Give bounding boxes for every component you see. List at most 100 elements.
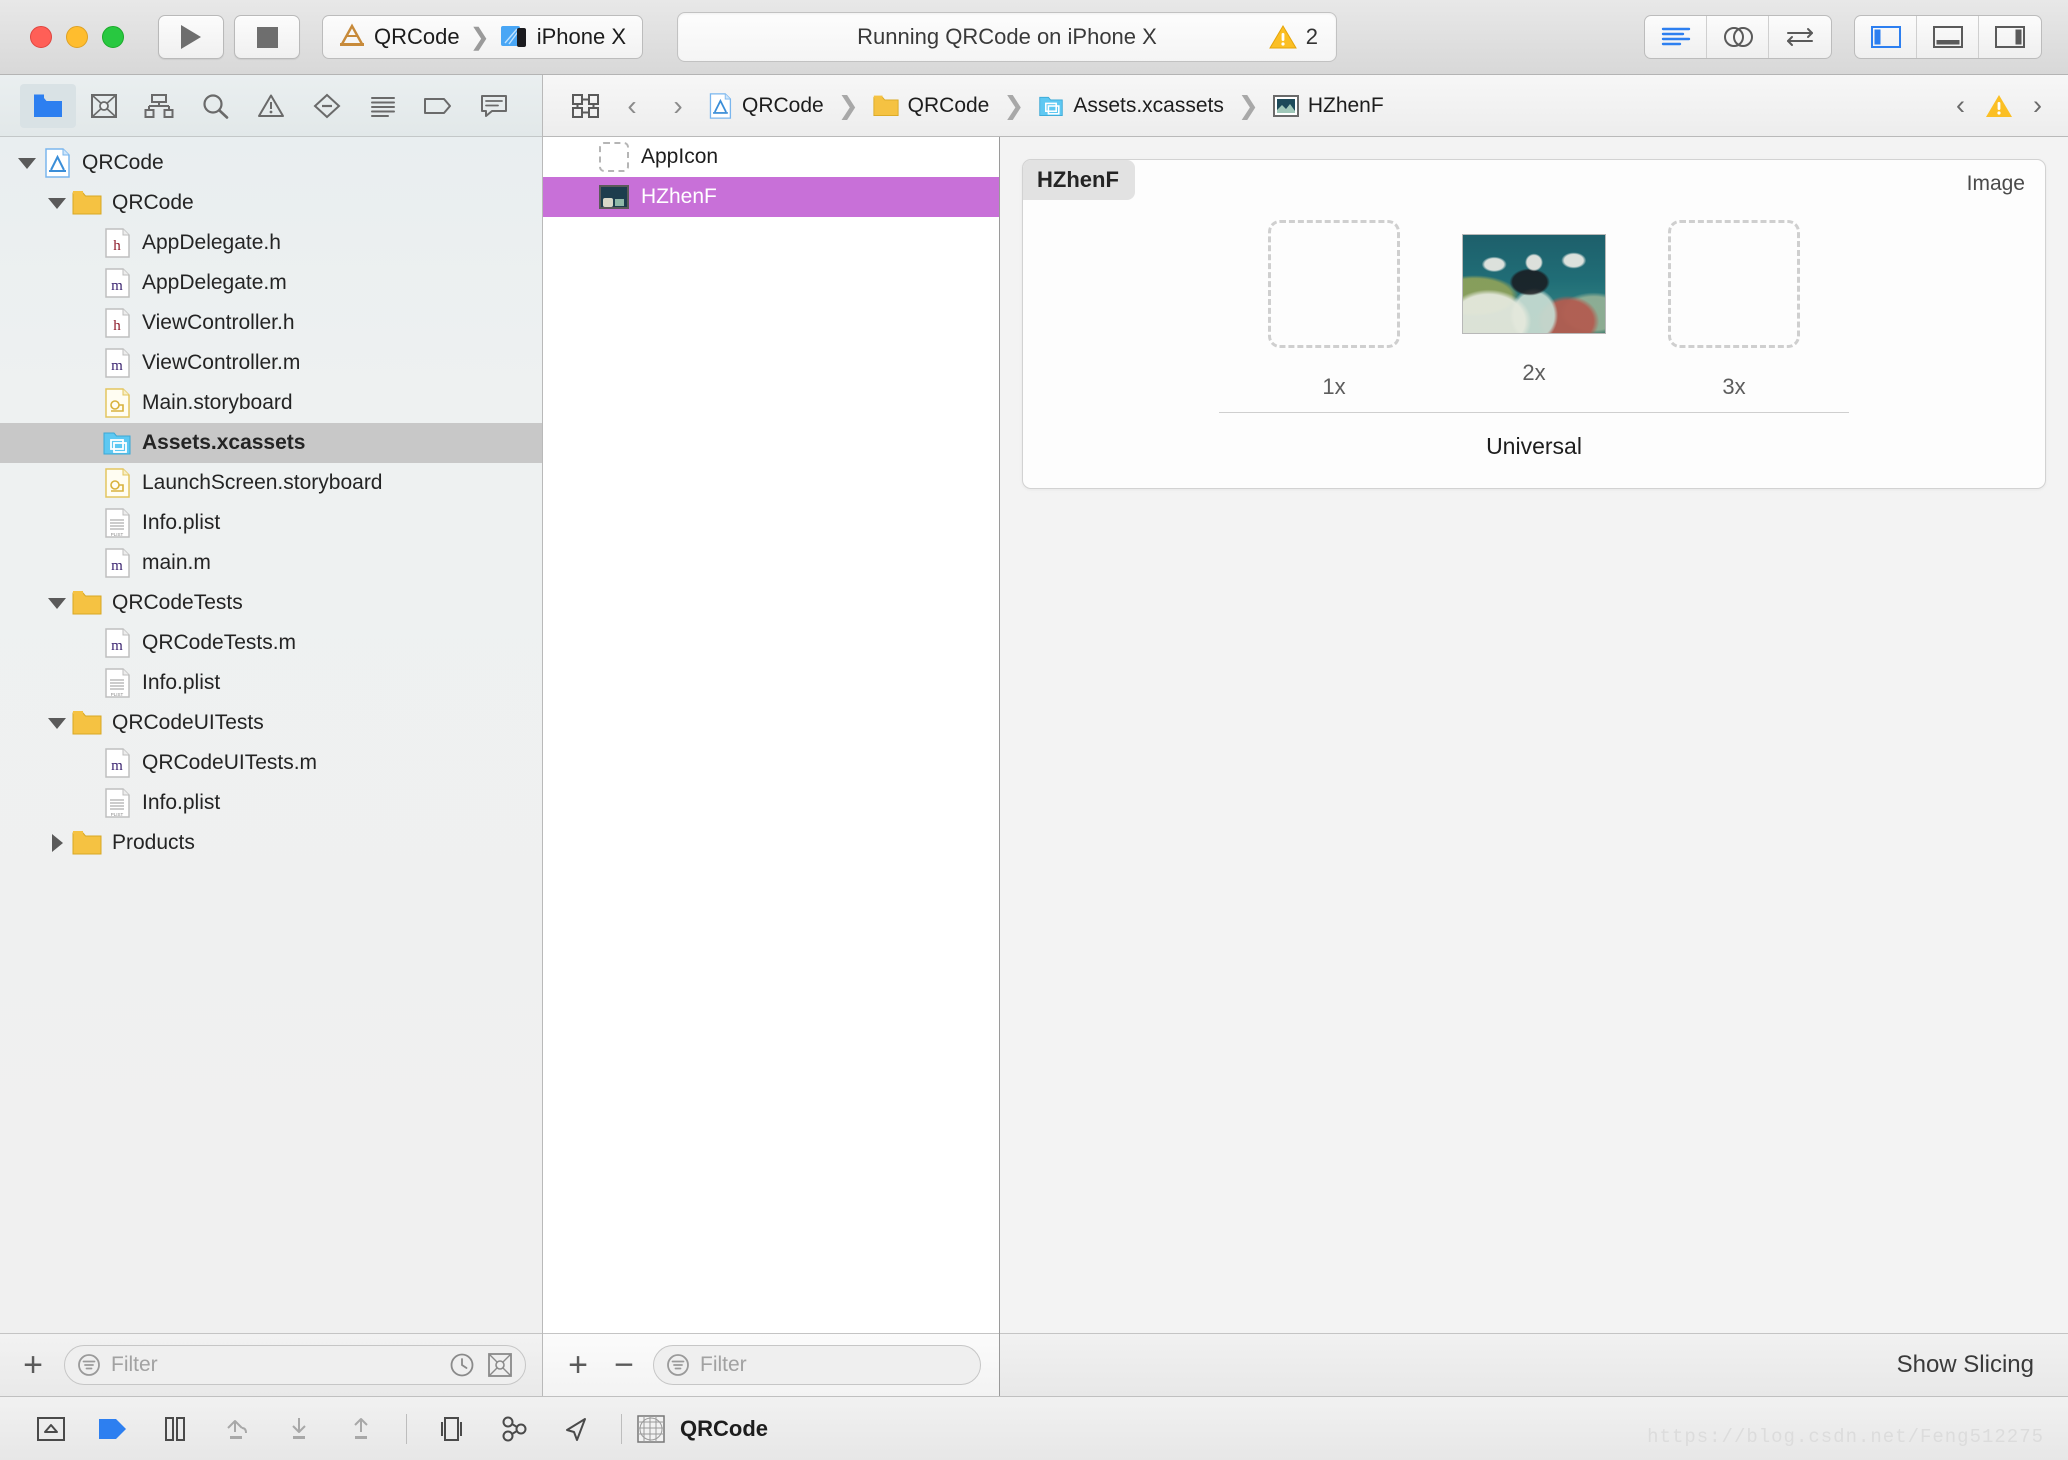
imageset-slot-2x[interactable]: 2x (1462, 234, 1606, 386)
step-over-button[interactable] (206, 1405, 268, 1453)
asset-item-appicon[interactable]: AppIcon (543, 137, 999, 177)
asset-filter-field[interactable]: Filter (653, 1345, 981, 1385)
minimize-button[interactable] (66, 26, 88, 48)
run-button[interactable] (158, 15, 224, 59)
file-row-qrcodetests[interactable]: QRCodeTests (0, 583, 542, 623)
jumpbar-forward-button[interactable]: › (655, 90, 701, 122)
breadcrumb-item-assets-xcassets[interactable]: Assets.xcassets (1032, 92, 1230, 120)
imageset-slot-dropzone[interactable] (1668, 220, 1800, 348)
file-row-qrcode[interactable]: QRCode (0, 183, 542, 223)
file-row-qrcodeuitests[interactable]: QRCodeUITests (0, 703, 542, 743)
next-issue-button[interactable]: › (2033, 90, 2042, 121)
find-navigator-button[interactable] (187, 84, 243, 128)
step-out-button[interactable] (330, 1405, 392, 1453)
toggle-debug-area-button[interactable] (1917, 16, 1979, 58)
add-file-button[interactable]: + (16, 1348, 50, 1382)
file-row-appdelegate-m[interactable]: m AppDelegate.m (0, 263, 542, 303)
asset-item-hzhenf[interactable]: HZhenF (543, 177, 999, 217)
imageset-kind-label: Image (1966, 172, 2025, 195)
breadcrumb-item-qrcode[interactable]: QRCode (867, 92, 996, 120)
file-row-info-plist[interactable]: PLIST Info.plist (0, 503, 542, 543)
file-row-qrcode[interactable]: QRCode (0, 143, 542, 183)
continue-button[interactable] (82, 1405, 144, 1453)
folder-icon (72, 591, 102, 615)
storyboard-icon (105, 468, 130, 498)
file-row-main-storyboard[interactable]: Main.storyboard (0, 383, 542, 423)
stop-button[interactable] (234, 15, 300, 59)
project-navigator-button[interactable] (20, 83, 76, 128)
scheme-destination[interactable]: iPhone X (500, 24, 626, 50)
warning-icon[interactable] (1985, 93, 2013, 119)
imageset-slot-1x[interactable]: 1x (1268, 220, 1400, 400)
disclosure-triangle[interactable] (44, 197, 70, 209)
clock-icon[interactable] (449, 1352, 475, 1378)
project-file-tree[interactable]: QRCode QRCode h AppDelegate.h m AppDelegate.m… (0, 137, 542, 1333)
report-navigator-button[interactable] (466, 84, 522, 128)
related-items-button[interactable] (563, 92, 609, 120)
show-slicing-button[interactable]: Show Slicing (1897, 1351, 2034, 1379)
source-control-icon[interactable] (487, 1352, 513, 1378)
plist-icon: PLIST (100, 507, 134, 539)
debug-navigator-button[interactable] (355, 84, 411, 128)
disclosure-triangle[interactable] (44, 597, 70, 609)
symbol-navigator-button[interactable] (132, 84, 188, 128)
breadcrumb-item-qrcode[interactable]: QRCode (701, 92, 830, 120)
step-into-button[interactable] (268, 1405, 330, 1453)
debug-process[interactable]: QRCode (636, 1414, 768, 1444)
file-row-label: QRCode (112, 191, 194, 214)
file-row-products[interactable]: Products (0, 823, 542, 863)
imageset-slot-dropzone[interactable] (1268, 220, 1400, 348)
standard-editor-icon (1661, 27, 1690, 46)
breadcrumb-item-hzhenf[interactable]: HZhenF (1267, 94, 1390, 118)
file-row-appdelegate-h[interactable]: h AppDelegate.h (0, 223, 542, 263)
jumpbar-back-button[interactable]: ‹ (609, 90, 655, 122)
source-control-navigator-button[interactable] (76, 84, 132, 128)
disclosure-triangle[interactable] (44, 717, 70, 729)
assistant-editor-button[interactable] (1707, 16, 1769, 58)
file-row-viewcontroller-h[interactable]: h ViewController.h (0, 303, 542, 343)
file-row-assets-xcassets[interactable]: Assets.xcassets (0, 423, 542, 463)
file-row-qrcodeuitests-m[interactable]: m QRCodeUITests.m (0, 743, 542, 783)
asset-list[interactable]: AppIcon HZhenF (543, 137, 999, 1333)
memory-graph-button[interactable] (483, 1405, 545, 1453)
issue-navigator-button[interactable] (243, 84, 299, 128)
imageset-slot-thumbnail[interactable] (1462, 234, 1606, 334)
file-row-info-plist[interactable]: PLIST Info.plist (0, 663, 542, 703)
previous-issue-button[interactable]: ‹ (1956, 90, 1965, 121)
editor-mode-group (1644, 15, 1832, 59)
hide-debug-area-button[interactable] (20, 1405, 82, 1453)
breakpoint-navigator-button[interactable] (410, 84, 466, 128)
file-row-label: Products (112, 831, 195, 854)
toggle-navigator-button[interactable] (1855, 16, 1917, 58)
status-warning-group[interactable]: 2 (1268, 24, 1318, 50)
close-button[interactable] (30, 26, 52, 48)
scheme-project[interactable]: QRCode (339, 22, 460, 52)
disclosure-triangle[interactable] (14, 157, 40, 169)
view-hierarchy-button[interactable] (421, 1405, 483, 1453)
simulate-location-button[interactable] (545, 1405, 607, 1453)
jump-bar: ‹ › QRCode ❯ QRCode ❯ Assets.xcassets ❯ HZhenF… (543, 75, 2068, 137)
add-asset-button[interactable]: + (561, 1348, 595, 1382)
pause-button[interactable] (144, 1405, 206, 1453)
toggle-utilities-button[interactable] (1979, 16, 2041, 58)
navigator-filter-field[interactable]: Filter (64, 1345, 526, 1385)
file-row-launchscreen-storyboard[interactable]: LaunchScreen.storyboard (0, 463, 542, 503)
svg-text:PLIST: PLIST (111, 692, 124, 697)
breadcrumb-separator-icon: ❯ (837, 91, 859, 120)
file-row-info-plist[interactable]: PLIST Info.plist (0, 783, 542, 823)
file-row-qrcodetests-m[interactable]: m QRCodeTests.m (0, 623, 542, 663)
version-editor-button[interactable] (1769, 16, 1831, 58)
status-bar[interactable]: Running QRCode on iPhone X 2 (677, 12, 1337, 62)
zoom-button[interactable] (102, 26, 124, 48)
scheme-selector[interactable]: QRCode ❯ iPhone X (322, 15, 643, 59)
imageset-card[interactable]: HZhenF Image 1x 2x 3x Universal (1022, 159, 2046, 489)
imageset-slot-label: 3x (1722, 374, 1746, 399)
test-navigator-button[interactable] (299, 84, 355, 128)
file-row-main-m[interactable]: m main.m (0, 543, 542, 583)
file-row-viewcontroller-m[interactable]: m ViewController.m (0, 343, 542, 383)
standard-editor-button[interactable] (1645, 16, 1707, 58)
remove-asset-button[interactable]: − (607, 1348, 641, 1382)
imageset-slot-3x[interactable]: 3x (1668, 220, 1800, 400)
issue-navigator-icon (258, 94, 285, 117)
disclosure-triangle[interactable] (44, 834, 70, 852)
